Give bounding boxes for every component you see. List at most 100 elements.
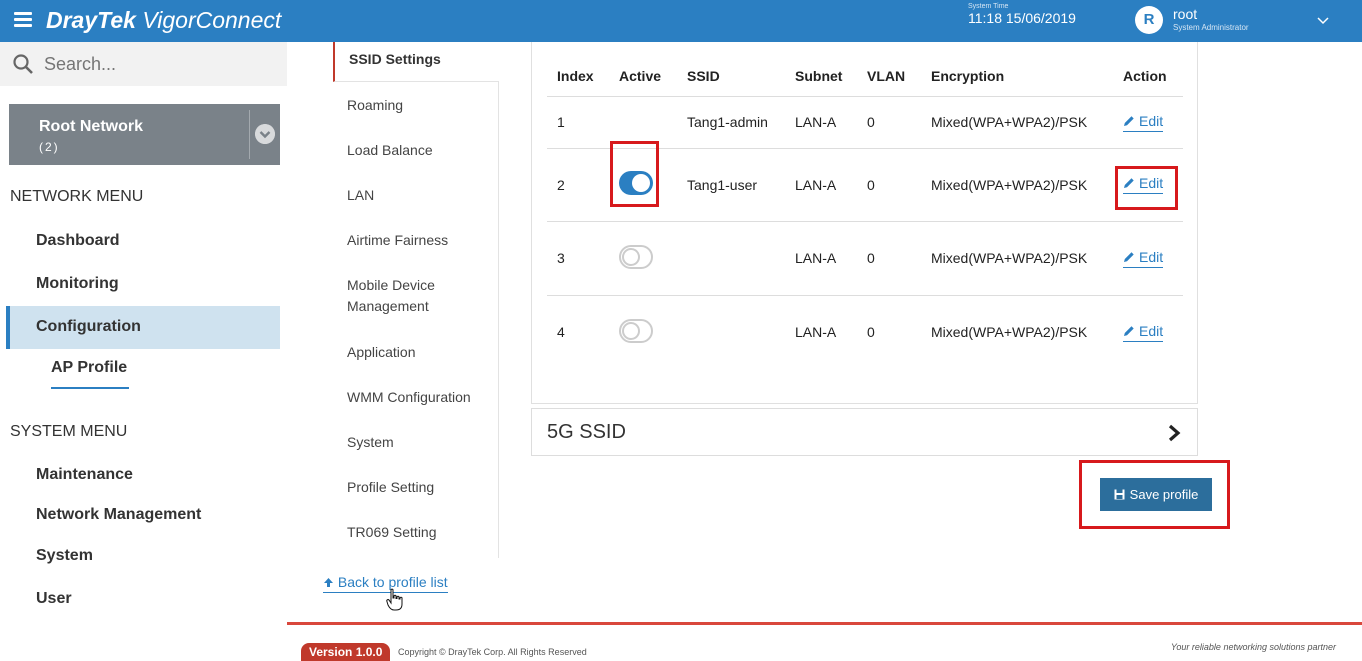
cell-encryption: Mixed(WPA+WPA2)/PSK (931, 324, 1088, 341)
col-active: Active (609, 56, 677, 97)
tab-label: SSID Settings (349, 51, 441, 67)
table-row: 4 LAN-A 0 Mixed(WPA+WPA2)/PSK Edit (547, 295, 1183, 369)
cell-subnet: LAN-A (785, 221, 857, 296)
tab-lan[interactable]: LAN (347, 185, 492, 206)
sidebar-item-monitoring[interactable]: Monitoring (36, 275, 119, 293)
tab-system[interactable]: System (347, 432, 492, 453)
pencil-icon (1124, 115, 1134, 126)
tab-roaming[interactable]: Roaming (347, 95, 492, 116)
system-time-value: 11:18 15/06/2019 (968, 10, 1076, 26)
ssid-table: Index Active SSID Subnet VLAN Encryption… (547, 56, 1183, 369)
toggle-knob (622, 321, 640, 340)
search-input[interactable] (44, 51, 264, 77)
cell-vlan: 0 (857, 221, 921, 296)
col-action: Action (1113, 56, 1183, 97)
hamburger-menu-icon[interactable] (14, 12, 32, 28)
search-bar (0, 42, 287, 86)
cell-action: Edit (1113, 96, 1183, 149)
ssid-5g-section[interactable]: 5G SSID (531, 408, 1198, 456)
pencil-icon (1124, 326, 1134, 336)
cell-ssid: Tang1-admin (677, 96, 785, 149)
edit-button[interactable]: Edit (1123, 175, 1164, 194)
col-vlan: VLAN (857, 56, 921, 97)
system-menu-heading: SYSTEM MENU (10, 423, 128, 440)
sidebar-item-configuration[interactable]: Configuration (36, 318, 141, 336)
cell-active (609, 96, 677, 149)
save-label: Save profile (1129, 487, 1199, 502)
sidebar-item-network-management[interactable]: Network Management (36, 506, 201, 524)
table-header-row: Index Active SSID Subnet VLAN Encryption… (547, 56, 1183, 97)
sidebar-item-system[interactable]: System (36, 547, 93, 565)
brand-logo: DrayTek VigorConnect (46, 7, 281, 34)
profile-settings-nav: SSID Settings Roaming Load Balance LAN A… (333, 42, 499, 558)
cell-vlan: 0 (867, 324, 875, 341)
cell-ssid (677, 295, 785, 369)
cell-index: 3 (547, 221, 609, 296)
tab-mobile-device-management[interactable]: Mobile Device Management (347, 275, 492, 317)
cell-action: Edit (1113, 221, 1183, 296)
tab-tr069-setting[interactable]: TR069 Setting (347, 522, 492, 543)
chevron-right-icon[interactable] (1166, 424, 1182, 442)
pencil-icon (1124, 251, 1134, 262)
arrow-up-icon (324, 578, 333, 587)
sidebar: Root Network (2) NETWORK MENU Dashboard … (0, 42, 287, 657)
cell-encryption: Mixed(WPA+WPA2)/PSK (921, 148, 1113, 222)
brand-product: VigorConnect (135, 7, 282, 33)
edit-button[interactable]: Edit (1123, 249, 1164, 268)
copyright-text: Copyright © DrayTek Corp. All Rights Res… (398, 647, 587, 657)
table-row: 3 LAN-A 0 Mixed(WPA+WPA2)/PSK Edit (547, 221, 1183, 296)
chevron-down-icon[interactable] (255, 124, 275, 144)
sidebar-item-user[interactable]: User (36, 590, 72, 608)
cell-encryption: Mixed(WPA+WPA2)/PSK (921, 96, 1113, 149)
sidebar-item-ap-profile[interactable]: AP Profile (51, 359, 127, 377)
active-toggle[interactable] (619, 244, 653, 269)
cell-index: 4 (557, 324, 565, 341)
search-icon (13, 54, 33, 74)
edit-label: Edit (1139, 175, 1164, 191)
cell-subnet: LAN-A (785, 96, 857, 149)
version-badge: Version 1.0.0 (301, 643, 391, 661)
tab-application[interactable]: Application (347, 342, 492, 363)
hand-cursor-icon (386, 588, 403, 611)
sidebar-item-dashboard[interactable]: Dashboard (36, 232, 120, 250)
col-encryption: Encryption (921, 56, 1113, 97)
tab-load-balance[interactable]: Load Balance (347, 140, 492, 161)
tab-profile-setting[interactable]: Profile Setting (347, 477, 492, 498)
tab-airtime-fairness[interactable]: Airtime Fairness (347, 230, 492, 251)
brand-name: DrayTek (46, 7, 136, 33)
edit-label: Edit (1139, 112, 1164, 129)
toggle-knob (632, 174, 650, 192)
system-time-label: System Time (968, 3, 1009, 10)
cell-ssid (677, 221, 785, 296)
cell-vlan: 0 (857, 96, 921, 149)
cell-index: 1 (547, 96, 609, 149)
tab-ssid-settings[interactable]: SSID Settings (333, 42, 499, 82)
sidebar-item-maintenance[interactable]: Maintenance (36, 466, 133, 484)
active-toggle[interactable] (619, 171, 653, 195)
user-name[interactable]: root (1173, 6, 1197, 22)
cell-active (609, 221, 677, 296)
tab-wmm-configuration[interactable]: WMM Configuration (347, 387, 492, 408)
system-time: System Time 11:18 15/06/2019 (968, 3, 1076, 26)
network-count: (2) (39, 140, 60, 154)
cell-active (609, 295, 677, 369)
chevron-down-icon[interactable] (1316, 14, 1330, 28)
active-toggle[interactable] (619, 318, 653, 343)
footer: Version 1.0.0 Copyright © DrayTek Corp. … (287, 625, 1362, 661)
user-role: System Administrator (1173, 23, 1249, 32)
edit-label: Edit (1139, 322, 1164, 339)
avatar[interactable]: R (1135, 6, 1163, 34)
active-underline (51, 387, 129, 389)
cell-subnet: LAN-A (785, 148, 857, 222)
floppy-disk-icon (1114, 489, 1125, 500)
save-profile-button[interactable]: Save profile (1100, 478, 1212, 511)
network-selector[interactable]: Root Network (2) (9, 104, 280, 165)
cell-ssid: Tang1-user (677, 148, 785, 222)
top-bar: DrayTek VigorConnect System Time 11:18 1… (0, 0, 1362, 42)
edit-button[interactable]: Edit (1123, 112, 1164, 132)
table-row: 1 Tang1-admin LAN-A 0 Mixed(WPA+WPA2)/PS… (547, 96, 1183, 149)
cell-active (609, 148, 677, 222)
ssid-5g-label: 5G SSID (547, 421, 626, 443)
edit-button[interactable]: Edit (1123, 322, 1164, 342)
tagline-text: Your reliable networking solutions partn… (1170, 642, 1336, 652)
